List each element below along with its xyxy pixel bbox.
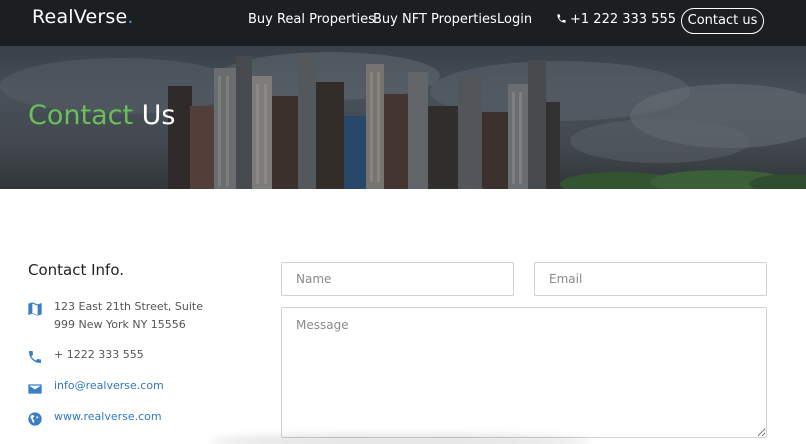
- page-title-rest: Us: [141, 100, 176, 131]
- nav-link-buy-real-properties[interactable]: Buy Real Properties: [248, 12, 375, 27]
- nav-phone-number: +1 222 333 555: [570, 12, 676, 27]
- email-input[interactable]: [534, 262, 767, 296]
- site-logo[interactable]: RealVerse.: [32, 6, 134, 28]
- map-icon: [28, 302, 42, 316]
- nav-link-login[interactable]: Login: [497, 12, 532, 27]
- email-link[interactable]: info@realverse.com: [54, 377, 164, 395]
- logo-dot: .: [127, 6, 134, 28]
- page-title-accent: Contact: [28, 100, 134, 131]
- website-link[interactable]: www.realverse.com: [54, 408, 162, 426]
- logo-text: RealVerse: [32, 6, 128, 28]
- address-text: 123 East 21th Street, Suite 999 New York…: [54, 298, 203, 334]
- name-input[interactable]: [281, 262, 514, 296]
- website-link-text[interactable]: www.realverse.com: [54, 410, 162, 423]
- contact-page: RealVerse. Buy Real Properties Buy NFT P…: [0, 0, 806, 444]
- address-line-1: 123 East 21th Street, Suite: [54, 300, 204, 313]
- phone-icon: [29, 351, 41, 363]
- top-navbar: RealVerse. Buy Real Properties Buy NFT P…: [0, 0, 806, 46]
- envelope-icon: [28, 384, 42, 394]
- address-line-2: 999 New York NY 15556: [54, 318, 186, 331]
- contact-us-button[interactable]: Contact us: [681, 8, 764, 34]
- nav-link-buy-nft-properties[interactable]: Buy NFT Properties: [373, 12, 497, 27]
- message-textarea[interactable]: [281, 307, 767, 438]
- email-link-text[interactable]: info@realverse.com: [54, 379, 164, 392]
- phone-icon: [557, 14, 566, 23]
- phone-text: + 1222 333 555: [54, 348, 144, 361]
- globe-icon: [28, 412, 42, 426]
- contact-info-heading: Contact Info.: [28, 261, 125, 279]
- hero-banner: Contact Us: [0, 46, 806, 189]
- page-title: Contact Us: [28, 100, 175, 131]
- nav-phone[interactable]: +1 222 333 555: [556, 12, 676, 27]
- footer-shadow: [210, 434, 590, 444]
